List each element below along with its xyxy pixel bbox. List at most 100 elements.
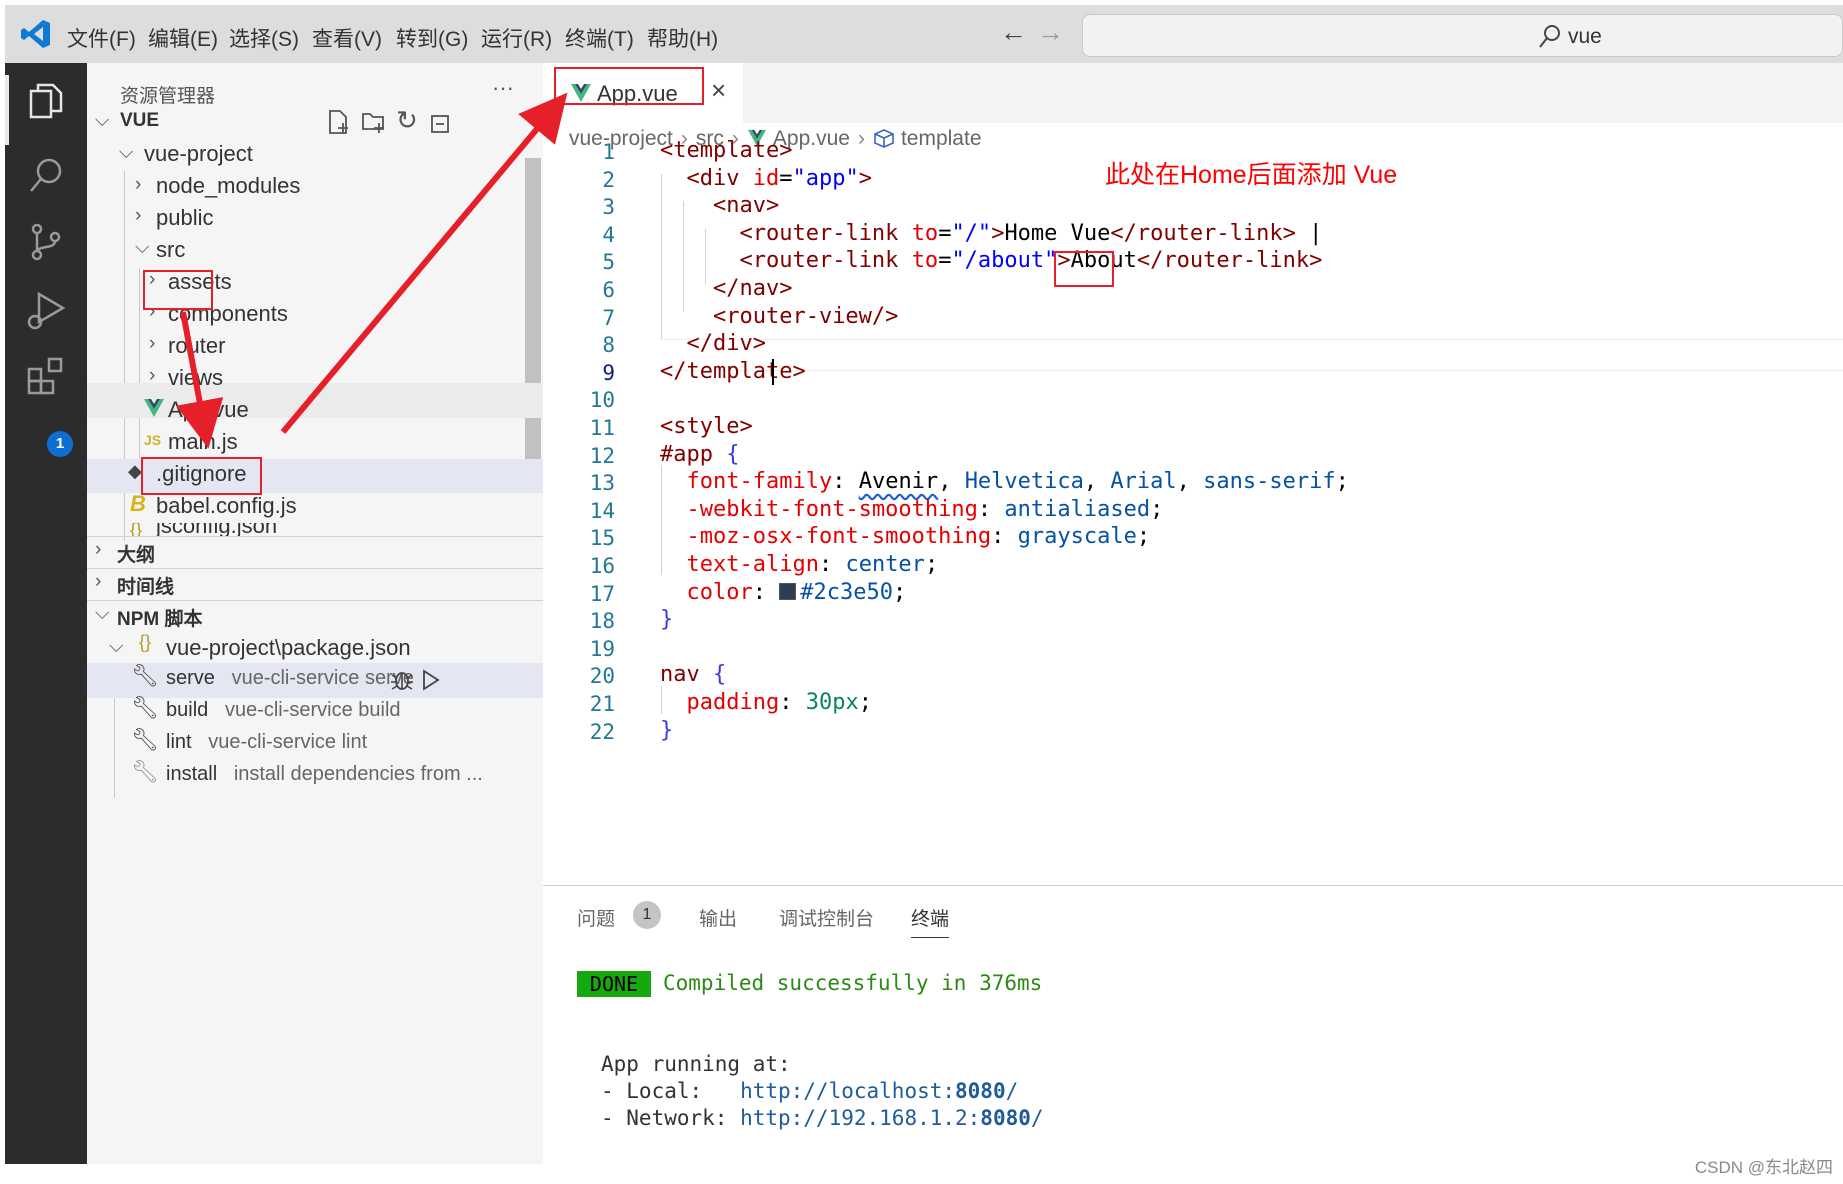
menu-terminal[interactable]: 终端(T): [565, 23, 634, 53]
panel-tab-output[interactable]: 输出: [699, 904, 737, 931]
code-text[interactable]: }: [660, 718, 673, 743]
menu-view[interactable]: 查看(V): [312, 23, 382, 53]
collapse-all-icon[interactable]: [430, 110, 452, 134]
chevron-right-icon[interactable]: ›: [149, 365, 155, 387]
explorer-files-icon[interactable]: [25, 81, 67, 123]
code-text[interactable]: <template>: [660, 138, 792, 163]
npm-package-json[interactable]: vue-project\package.json: [166, 635, 411, 661]
code-text[interactable]: -moz-osx-font-smoothing: grayscale;: [660, 524, 1151, 549]
timeline-section[interactable]: 时间线: [117, 572, 174, 599]
tree-item-src[interactable]: src: [156, 237, 185, 263]
wrench-icon: 🔧︎: [131, 663, 159, 688]
menu-go[interactable]: 转到(G): [396, 23, 468, 53]
code-text[interactable]: <style>: [660, 414, 753, 439]
back-arrow-icon[interactable]: ←: [1000, 17, 1027, 48]
problems-count-badge: 1: [633, 901, 661, 929]
npm-script-lint[interactable]: lint vue-cli-service lint: [166, 731, 367, 754]
menu-selection[interactable]: 选择(S): [229, 23, 299, 53]
npm-script-install[interactable]: install install dependencies from ...: [166, 763, 483, 786]
outline-section[interactable]: 大纲: [117, 540, 155, 567]
code-text[interactable]: </nav>: [660, 276, 792, 301]
more-actions-icon[interactable]: ···: [492, 75, 514, 101]
code-line[interactable]: 22}: [543, 715, 1843, 747]
line-number: 11: [589, 416, 615, 440]
menu-run[interactable]: 运行(R): [481, 23, 552, 53]
code-text[interactable]: nav {: [660, 662, 726, 687]
code-text[interactable]: </template>: [660, 359, 806, 384]
code-text[interactable]: padding: 30px;: [660, 690, 872, 715]
panel-tab-terminal[interactable]: 终端: [911, 904, 950, 938]
chevron-right-icon[interactable]: ›: [149, 333, 155, 355]
done-badge: DONE: [577, 971, 651, 997]
color-swatch[interactable]: [779, 582, 797, 600]
line-number: 16: [589, 554, 615, 578]
line-number: 22: [589, 719, 615, 744]
terminal-compiled-line: Compiled successfully in 376ms: [663, 971, 1043, 995]
code-text[interactable]: #app {: [660, 442, 739, 467]
json-file-icon: {}: [139, 632, 152, 652]
json-file-icon: {}: [130, 523, 143, 536]
code-text[interactable]: <router-view/>: [660, 304, 898, 329]
tree-item-views[interactable]: views: [168, 365, 223, 391]
chevron-down-icon[interactable]: ⌵: [95, 603, 109, 625]
wrench-icon: 🔧︎: [131, 727, 159, 752]
chevron-right-icon[interactable]: ›: [95, 571, 101, 593]
code-text[interactable]: -webkit-font-smoothing: antialiased;: [660, 497, 1164, 522]
chevron-down-icon[interactable]: ⌵: [119, 142, 133, 164]
npm-scripts-section[interactable]: NPM 脚本: [117, 604, 203, 631]
chevron-down-icon[interactable]: ⌵: [109, 636, 123, 658]
chevron-right-icon[interactable]: ›: [135, 174, 141, 196]
tree-item-public[interactable]: public: [156, 205, 213, 231]
chevron-down-icon[interactable]: ⌵: [135, 237, 149, 259]
code-text[interactable]: <router-link to="/">Home Vue</router-lin…: [660, 221, 1322, 246]
text-cursor: [772, 358, 774, 385]
chevron-right-icon[interactable]: ›: [95, 539, 101, 561]
code-text[interactable]: }: [660, 607, 673, 632]
search-view-icon[interactable]: [25, 155, 67, 197]
activity-bar: 1: [5, 63, 87, 1164]
npm-script-serve[interactable]: serve vue-cli-service serve: [166, 667, 414, 690]
chevron-down-icon[interactable]: ⌵: [95, 110, 109, 132]
code-text[interactable]: </div>: [660, 331, 766, 356]
code-text[interactable]: <div id="app">: [660, 166, 872, 191]
highlight-box-app-vue: [141, 457, 262, 495]
explorer-title: 资源管理器: [120, 86, 216, 107]
code-text[interactable]: <router-link to="/about">About</router-l…: [660, 248, 1322, 273]
new-file-icon[interactable]: [327, 109, 351, 135]
run-debug-icon[interactable]: [25, 288, 67, 330]
menu-help[interactable]: 帮助(H): [647, 23, 718, 53]
run-script-icon[interactable]: [421, 669, 441, 691]
explorer-scrollbar[interactable]: [525, 158, 541, 483]
tree-item-app-vue[interactable]: App.vue: [168, 397, 249, 423]
chevron-right-icon[interactable]: ›: [135, 205, 141, 227]
panel-tab-problems[interactable]: 问题: [577, 904, 615, 931]
forward-arrow-icon[interactable]: →: [1037, 17, 1064, 48]
line-number: 5: [602, 250, 615, 275]
tree-item-babel-config[interactable]: babel.config.js: [156, 493, 297, 519]
extensions-icon[interactable]: [25, 355, 67, 397]
refresh-icon[interactable]: ↻: [396, 105, 418, 136]
menu-edit[interactable]: 编辑(E): [148, 23, 218, 53]
menu-file[interactable]: 文件(F): [67, 23, 136, 53]
debug-script-icon[interactable]: [389, 667, 415, 693]
partial-row-clip: {} jsconfig.json: [87, 523, 525, 536]
tree-item-main-js[interactable]: main.js: [168, 429, 238, 455]
new-folder-icon[interactable]: [361, 109, 387, 135]
code-text[interactable]: <nav>: [660, 193, 779, 218]
panel-tab-debug-console[interactable]: 调试控制台: [779, 904, 874, 931]
workspace-root[interactable]: VUE: [120, 110, 159, 132]
code-text[interactable]: font-family: Avenir, Helvetica, Arial, s…: [660, 469, 1349, 494]
source-control-icon[interactable]: [25, 221, 67, 263]
tree-item-router[interactable]: router: [168, 333, 225, 359]
wrench-icon: 🔧︎: [131, 759, 159, 784]
tree-item-vue-project[interactable]: vue-project: [144, 141, 253, 167]
network-url-link[interactable]: http://192.168.1.2:8080/: [740, 1106, 1043, 1130]
code-text[interactable]: text-align: center;: [660, 552, 939, 577]
tree-item-jsconfig[interactable]: jsconfig.json: [156, 523, 277, 536]
npm-script-build[interactable]: build vue-cli-service build: [166, 699, 401, 722]
close-icon[interactable]: ×: [711, 75, 726, 106]
local-url-link[interactable]: http://localhost:8080/: [740, 1079, 1018, 1103]
command-center-search[interactable]: vue: [1082, 14, 1843, 57]
code-text[interactable]: color: #2c3e50;: [660, 580, 907, 605]
tree-item-node-modules[interactable]: node_modules: [156, 173, 300, 199]
